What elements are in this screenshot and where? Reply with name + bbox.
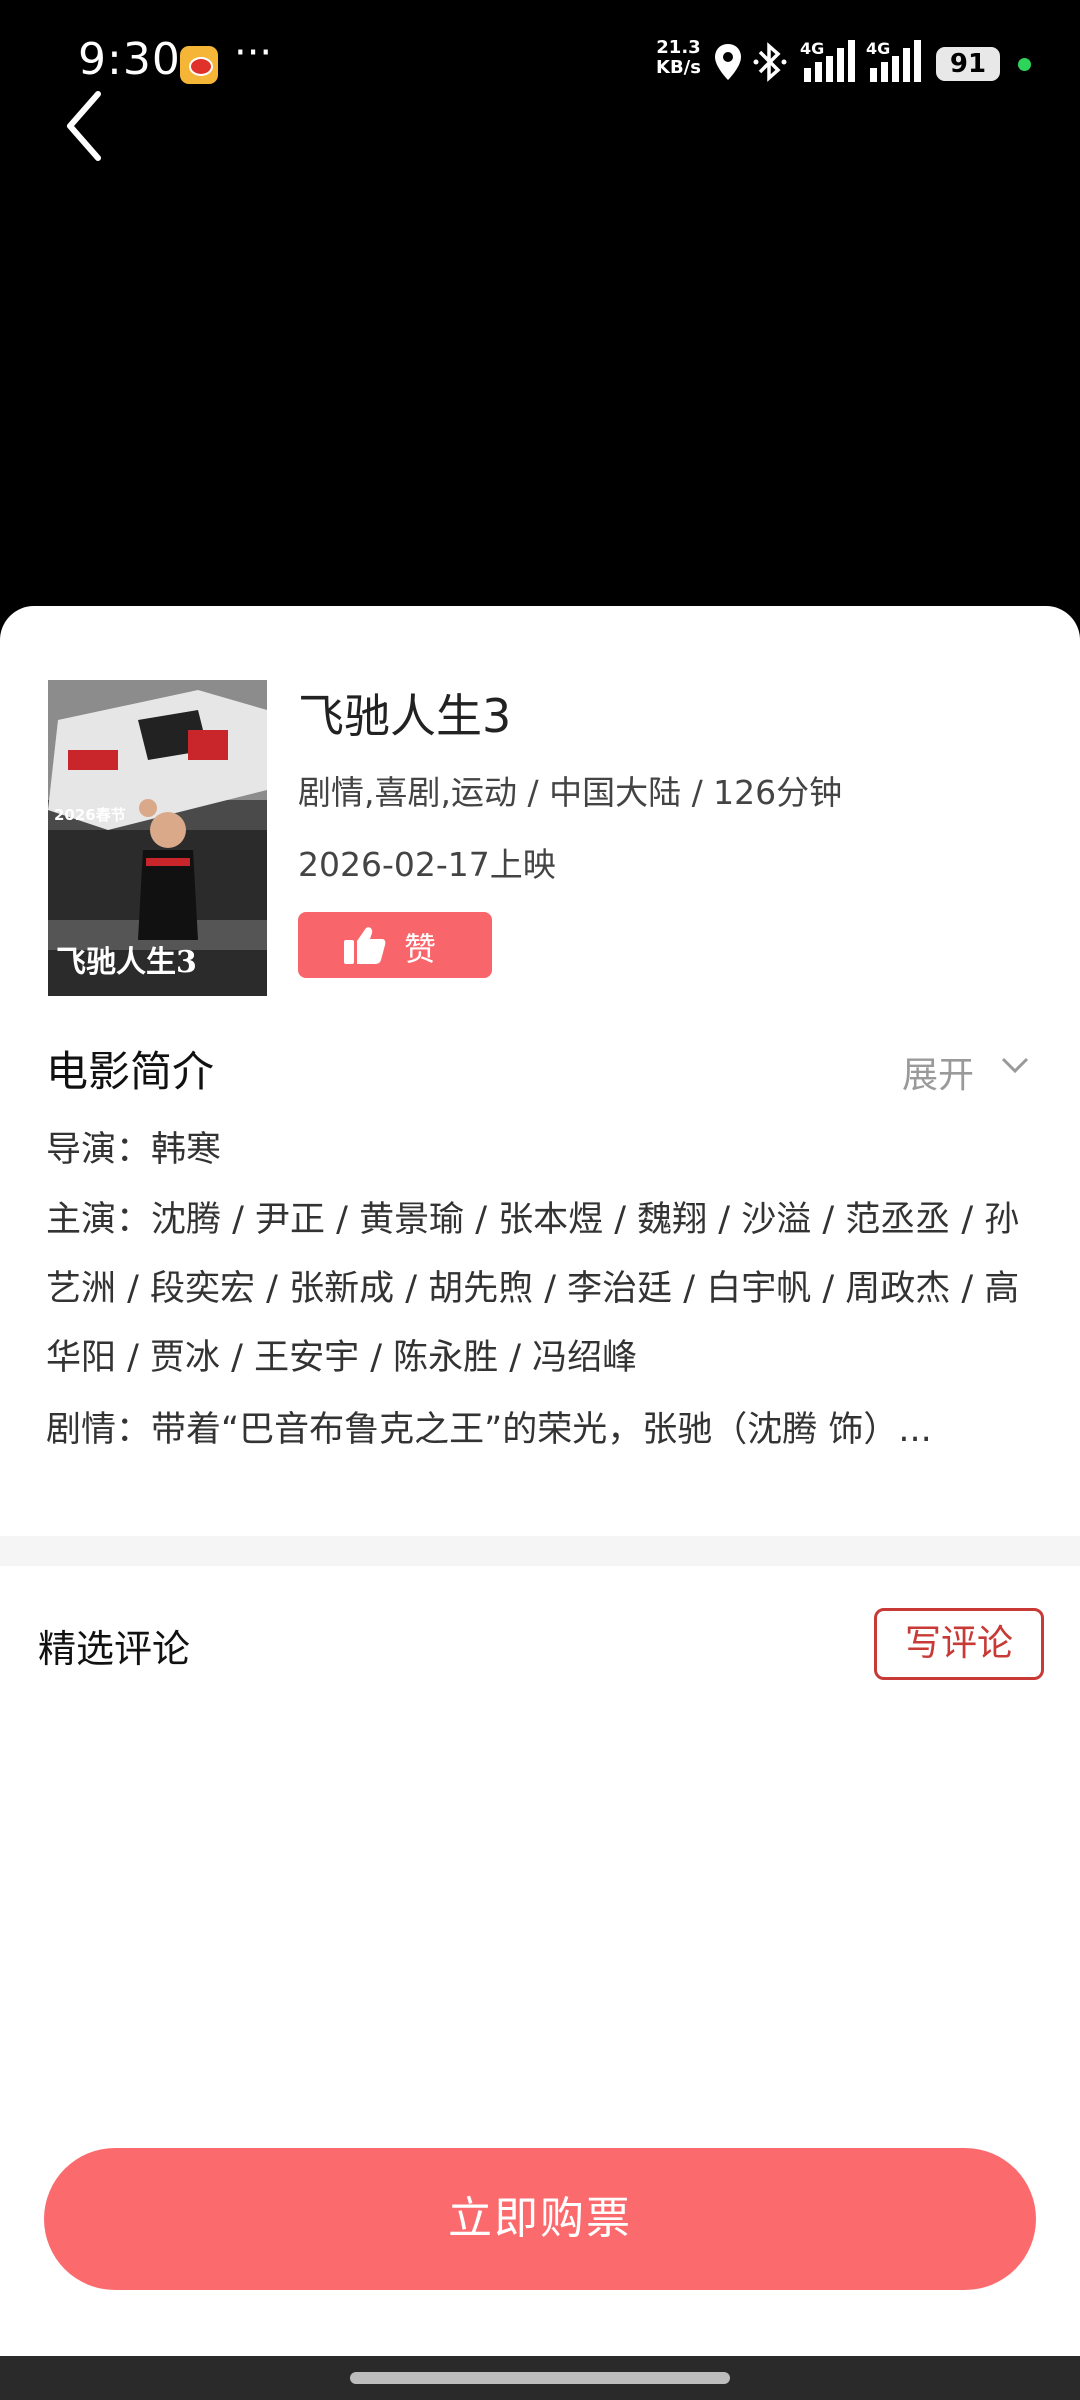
like-button[interactable]: 赞 [298,912,492,978]
home-indicator[interactable] [350,2372,730,2384]
weibo-app-icon [180,46,218,84]
expand-button[interactable]: 展开 [902,1046,974,1098]
battery-indicator: 91 [936,47,1000,81]
privacy-dot-icon [1018,58,1031,71]
movie-detail-sheet: 2026春节 飞驰人生3 飞驰人生3 剧情,喜剧,运动 / 中国大陆 / 126… [0,606,1080,2356]
network-speed: 21.3 KB/s [656,38,701,78]
status-bar: 9:30 ··· 21.3 KB/s 4G 4G 91 [0,0,1080,120]
thumbs-up-icon [344,927,386,964]
bluetooth-icon [753,42,787,82]
intro-title: 电影简介 [46,1047,215,1096]
back-chevron-icon[interactable] [60,86,120,166]
cellular-signal-2-icon: 4G [866,39,921,82]
cast-line: 主演：沈腾 / 尹正 / 黄景瑜 / 张本煜 / 魏翔 / 沙溢 / 范丞丞 /… [46,1200,1020,1378]
write-comment-button[interactable]: 写评论 [874,1608,1044,1680]
system-nav-bar [0,2356,1080,2400]
buy-ticket-button[interactable]: 立即购票 [44,2148,1036,2290]
network-2-label: 4G [866,39,890,58]
movie-poster[interactable]: 2026春节 飞驰人生3 [48,680,267,996]
plot-line: 剧情：带着“巴音布鲁克之王”的荣光，张驰（沈腾 饰）... [46,1410,932,1450]
network-speed-value: 21.3 [656,37,701,58]
location-icon [715,44,741,80]
poster-title-label: 飞驰人生3 [56,945,197,980]
more-notifications-icon: ··· [234,30,273,76]
director-line: 导演：韩寒 [46,1130,222,1170]
poster-art: 2026春节 飞驰人生3 [48,680,267,996]
network-1-label: 4G [800,39,824,58]
like-label: 赞 [404,930,437,968]
cellular-signal-1-icon: 4G [800,39,855,82]
comments-title: 精选评论 [38,1627,191,1671]
section-divider [0,1536,1080,1566]
movie-title: 飞驰人生3 [298,689,512,743]
status-time: 9:30 [78,34,181,85]
release-date: 2026-02-17上映 [298,845,556,884]
chevron-down-icon[interactable] [1000,1054,1030,1076]
poster-year-label: 2026春节 [54,806,126,824]
network-speed-unit: KB/s [656,57,701,78]
movie-meta: 剧情,喜剧,运动 / 中国大陆 / 126分钟 [298,773,843,812]
